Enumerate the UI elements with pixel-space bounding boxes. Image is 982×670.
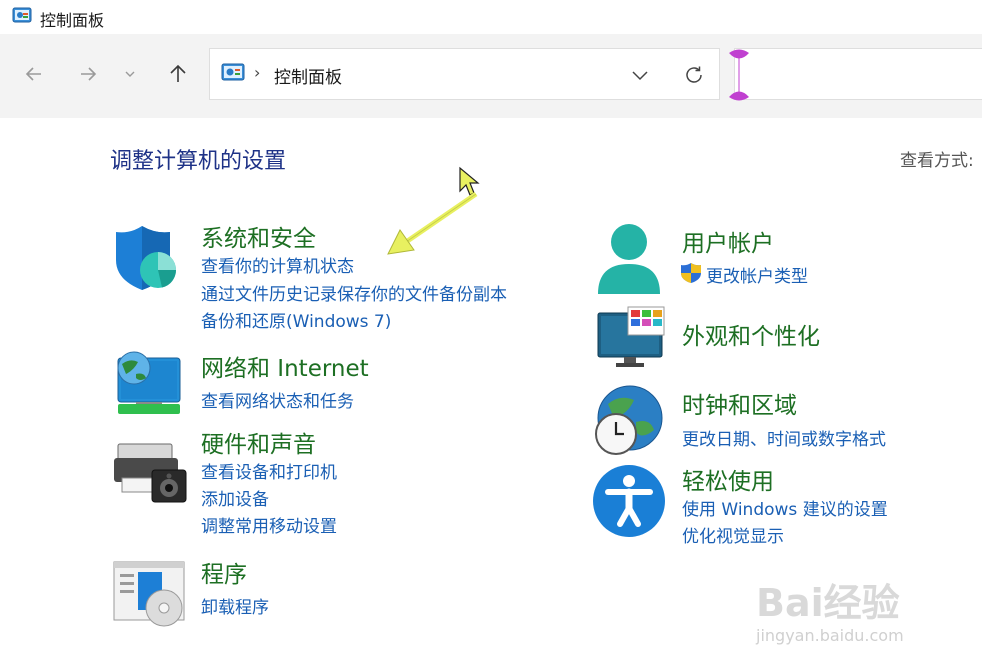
category-title[interactable]: 程序 [201, 555, 247, 589]
link-devices-printers[interactable]: 查看设备和打印机 [201, 458, 337, 483]
link-backup-restore[interactable]: 备份和还原(Windows 7) [201, 307, 391, 332]
arrow-up-icon [170, 64, 186, 82]
category-title[interactable]: 用户帐户 [682, 224, 774, 258]
breadcrumb-item[interactable]: 控制面板 [274, 63, 342, 88]
link-network-status[interactable]: 查看网络状态和任务 [201, 387, 354, 412]
watermark: Bai经验 jingyan.baidu.com [756, 560, 976, 660]
forward-button[interactable] [73, 59, 103, 89]
uac-shield-icon [681, 263, 701, 283]
arrow-right-icon [81, 67, 97, 81]
printer-icon[interactable] [112, 440, 188, 504]
network-globe-icon[interactable] [112, 348, 184, 418]
link-recommended-settings[interactable]: 使用 Windows 建议的设置 [682, 495, 888, 520]
refresh-icon[interactable] [682, 63, 706, 87]
user-avatar-icon[interactable] [594, 222, 664, 298]
link-date-time-format[interactable]: 更改日期、时间或数字格式 [682, 425, 886, 450]
watermark-sub: jingyan.baidu.com [756, 626, 904, 645]
category-title[interactable]: 时钟和区域 [682, 386, 797, 420]
shield-icon[interactable] [112, 222, 184, 294]
back-button[interactable] [19, 59, 49, 89]
link-add-device[interactable]: 添加设备 [201, 485, 269, 510]
control-panel-icon [221, 63, 245, 81]
category-title[interactable]: 外观和个性化 [682, 317, 820, 351]
search-input[interactable] [734, 48, 982, 100]
category-title[interactable]: 硬件和声音 [201, 425, 316, 459]
recent-locations-button[interactable] [117, 59, 143, 89]
page-title: 调整计算机的设置 [110, 149, 287, 174]
link-uninstall-program[interactable]: 卸载程序 [201, 593, 269, 618]
chevron-down-icon[interactable] [629, 64, 651, 86]
view-by-label[interactable]: 查看方式: [900, 146, 974, 171]
address-bar[interactable]: › 控制面板 [209, 48, 720, 100]
window-title: 控制面板 [40, 11, 105, 30]
link-optimize-display[interactable]: 优化视觉显示 [682, 522, 784, 547]
watermark-main: Bai经验 [756, 581, 900, 625]
clock-globe-icon[interactable] [590, 382, 666, 458]
category-title[interactable]: 系统和安全 [201, 219, 316, 253]
up-button[interactable] [163, 59, 193, 89]
breadcrumb-separator-icon: › [254, 63, 261, 82]
annotation-arrow-icon [387, 191, 478, 255]
monitor-palette-icon[interactable] [594, 305, 668, 369]
splitter-handle[interactable] [728, 44, 750, 106]
control-panel-icon [12, 7, 32, 23]
category-title[interactable]: 轻松使用 [682, 462, 774, 496]
category-title[interactable]: 网络和 Internet [201, 349, 369, 383]
accessibility-icon[interactable] [592, 464, 666, 538]
chevron-down-icon [125, 71, 135, 77]
title-bar: 控制面板 [0, 0, 982, 34]
arrow-left-icon [25, 67, 41, 81]
link-view-computer-status[interactable]: 查看你的计算机状态 [201, 252, 354, 277]
link-mobility-settings[interactable]: 调整常用移动设置 [201, 512, 337, 537]
programs-icon[interactable] [112, 560, 186, 628]
link-change-account-type[interactable]: 更改帐户类型 [706, 262, 808, 287]
link-file-history[interactable]: 通过文件历史记录保存你的文件备份副本 [201, 280, 507, 305]
